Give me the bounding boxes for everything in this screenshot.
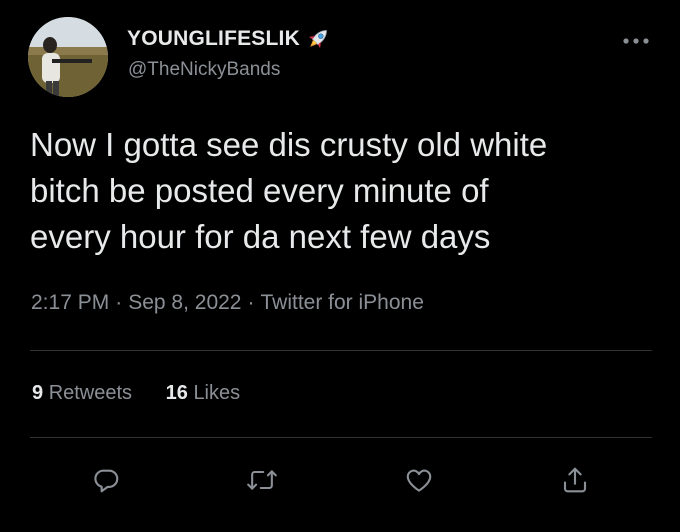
tweet-text-line: bitch be posted every minute of xyxy=(30,172,489,209)
meta-separator: · xyxy=(247,291,255,314)
tweet-text: Now I gotta see dis crusty old white bit… xyxy=(30,122,660,260)
divider xyxy=(30,437,652,438)
rocket-icon xyxy=(308,30,327,49)
tweet-time[interactable]: 2:17 PM xyxy=(31,291,109,314)
share-button[interactable] xyxy=(558,463,592,497)
tweet-text-line: every hour for da next few days xyxy=(30,218,491,255)
avatar[interactable] xyxy=(28,17,108,97)
meta-separator: · xyxy=(115,291,123,314)
avatar-image xyxy=(28,17,108,97)
reply-button[interactable] xyxy=(89,463,123,497)
retweet-icon xyxy=(247,470,277,490)
retweets-count: 9 xyxy=(32,382,44,404)
tweet-date[interactable]: Sep 8, 2022 xyxy=(128,291,241,314)
display-name[interactable]: YOUNGLIFESLIK xyxy=(127,27,300,51)
tweet-meta: 2:17 PM · Sep 8, 2022 · Twitter for iPhone xyxy=(31,291,424,315)
author-handle[interactable]: @TheNickyBands xyxy=(128,59,280,81)
like-icon xyxy=(406,469,432,492)
tweet-stats: 9 Retweets 16 Likes xyxy=(32,382,240,405)
retweets-label: Retweets xyxy=(48,382,133,404)
likes-label: Likes xyxy=(193,382,241,404)
likes-count: 16 xyxy=(165,382,188,404)
tweet-text-line: Now I gotta see dis crusty old white xyxy=(30,126,548,163)
likes-stat[interactable]: 16 Likes xyxy=(166,382,241,405)
reply-icon xyxy=(94,469,119,493)
retweets-stat[interactable]: 9 Retweets xyxy=(32,382,132,405)
share-icon xyxy=(563,467,587,493)
more-options-icon[interactable] xyxy=(622,36,650,46)
retweet-button[interactable] xyxy=(245,463,279,497)
tweet-source[interactable]: Twitter for iPhone xyxy=(260,291,423,314)
like-button[interactable] xyxy=(402,463,436,497)
divider xyxy=(30,350,652,351)
author-name-row[interactable]: YOUNGLIFESLIK xyxy=(127,24,332,54)
